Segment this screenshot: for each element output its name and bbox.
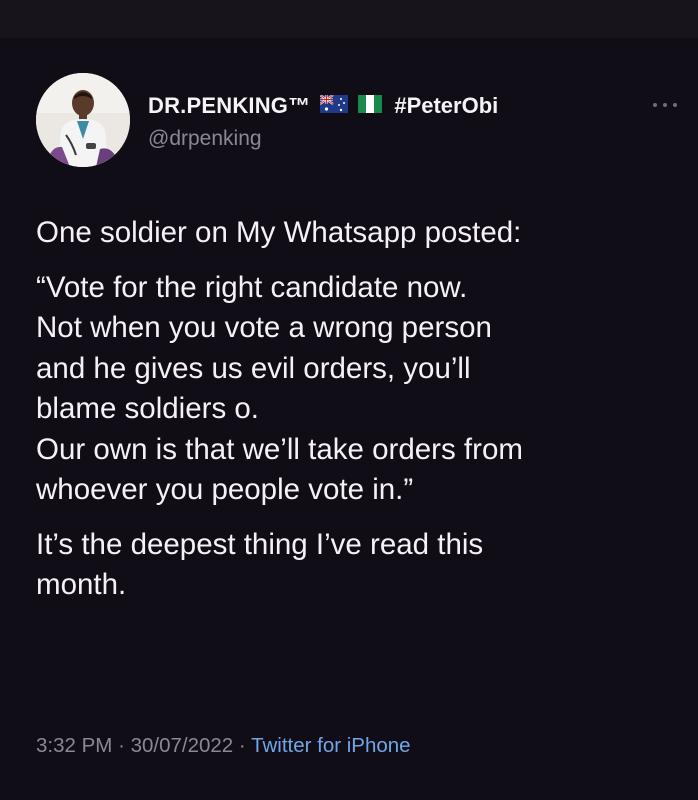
tweet-time[interactable]: 3:32 PM xyxy=(36,734,112,757)
author-handle[interactable]: @drpenking xyxy=(148,127,262,151)
top-band xyxy=(0,0,698,38)
tweet-line: One soldier on My Whatsapp posted: xyxy=(36,216,522,249)
tweet-line: and he gives us evil orders, you’ll xyxy=(36,351,471,385)
meta-separator: · xyxy=(238,734,246,757)
tweet-meta: 3:32 PM · 30/07/2022 · Twitter for iPhon… xyxy=(36,734,411,758)
tweet-line: month. xyxy=(36,568,127,601)
flag-australia-icon xyxy=(319,93,349,118)
tweet-line: Not when you vote a wrong person xyxy=(36,311,492,344)
more-horizontal-icon[interactable] xyxy=(650,98,680,110)
tweet-line: blame soldiers o. xyxy=(36,392,259,425)
tweet-text: One soldier on My Whatsapp posted: “Vote… xyxy=(36,213,676,606)
flag-nigeria-icon xyxy=(358,94,383,118)
tweet-line: Our own is that we’ll take orders from xyxy=(36,432,523,466)
tweet-date[interactable]: 30/07/2022 xyxy=(131,734,234,757)
tweet-line: “Vote for the right candidate now. xyxy=(36,270,468,304)
display-name[interactable]: DR.PENKING™ xyxy=(148,93,310,119)
tweet-source[interactable]: Twitter for iPhone xyxy=(251,734,411,757)
avatar[interactable] xyxy=(36,73,130,167)
author-row: DR.PENKING™ #PeterObi xyxy=(148,91,498,121)
hashtag-peterobi[interactable]: #PeterObi xyxy=(394,93,498,119)
tweet-line: whoever you people vote in.” xyxy=(36,473,414,506)
meta-separator: · xyxy=(118,734,125,757)
tweet-line: It’s the deepest thing I’ve read this xyxy=(36,527,484,561)
